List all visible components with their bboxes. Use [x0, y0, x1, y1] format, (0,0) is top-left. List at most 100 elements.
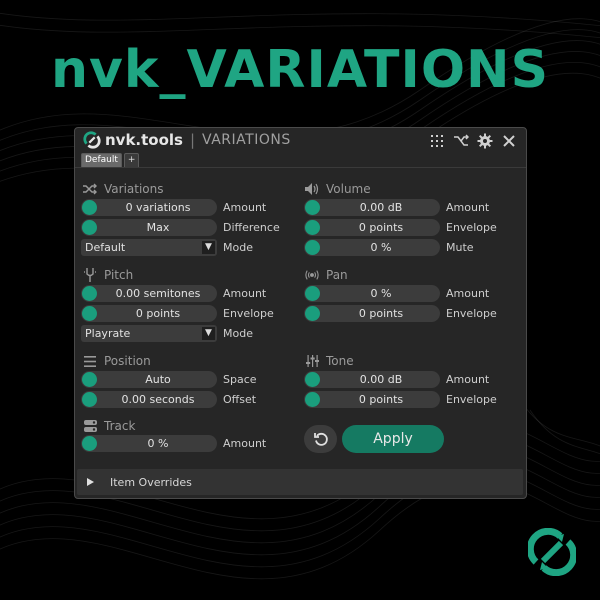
expand-arrow-icon[interactable]	[87, 478, 101, 486]
slider-knob[interactable]	[305, 220, 320, 235]
nvk-corner-logo-icon	[528, 528, 576, 576]
slider-knob[interactable]	[82, 286, 97, 301]
field-label: Envelope	[446, 221, 497, 234]
variations-difference-row: Max Difference	[81, 219, 280, 236]
slider-knob[interactable]	[82, 220, 97, 235]
field-label: Offset	[223, 393, 257, 406]
dropdown-arrow-icon[interactable]: ▼	[202, 327, 215, 340]
hero-title: nvk_VARIATIONS	[50, 40, 550, 100]
select-value: Playrate	[85, 327, 131, 340]
slider-knob[interactable]	[305, 392, 320, 407]
field-value: Max	[146, 221, 170, 234]
tab-default[interactable]: Default	[81, 153, 122, 168]
slider-knob[interactable]	[305, 306, 320, 321]
tone-envelope-row: 0 points Envelope	[304, 391, 497, 408]
slider-knob[interactable]	[305, 200, 320, 215]
split-icon[interactable]	[452, 132, 470, 150]
pan-envelope-slider[interactable]: 0 points	[304, 305, 440, 322]
position-space-row: Auto Space	[81, 371, 257, 388]
broadcast-icon	[305, 268, 319, 282]
slider-knob[interactable]	[82, 306, 97, 321]
volume-amount-row: 0.00 dB Amount	[304, 199, 489, 216]
plugin-window: nvk.tools | VARIATIONS Default + Variati…	[74, 127, 527, 499]
field-value: 0 variations	[125, 201, 191, 214]
slider-knob[interactable]	[82, 372, 97, 387]
field-value: 0 %	[370, 241, 392, 254]
grid-icon[interactable]	[428, 132, 446, 150]
field-label: Amount	[223, 287, 267, 300]
section-variations-header: Variations	[83, 182, 164, 196]
volume-mute-row: 0 % Mute	[304, 239, 474, 256]
field-value: 0.00 dB	[359, 373, 403, 386]
lines-icon	[83, 354, 97, 368]
section-title: Variations	[104, 182, 164, 196]
field-label: Amount	[446, 373, 490, 386]
field-label: Envelope	[223, 307, 274, 320]
slider-knob[interactable]	[82, 392, 97, 407]
item-overrides-collapsible[interactable]: Item Overrides	[77, 469, 523, 495]
field-label: Difference	[223, 221, 280, 234]
volume-envelope-row: 0 points Envelope	[304, 219, 497, 236]
pitch-envelope-row: 0 points Envelope	[81, 305, 274, 322]
slider-knob[interactable]	[82, 436, 97, 451]
position-space-slider[interactable]: Auto	[81, 371, 217, 388]
position-offset-slider[interactable]: 0.00 seconds	[81, 391, 217, 408]
section-title: Pan	[326, 268, 348, 282]
slider-knob[interactable]	[305, 286, 320, 301]
section-pitch-header: Pitch	[83, 268, 133, 282]
slider-knob[interactable]	[305, 372, 320, 387]
reset-button[interactable]	[304, 425, 337, 453]
dropdown-arrow-icon[interactable]: ▼	[202, 241, 215, 254]
section-volume-header: Volume	[305, 182, 371, 196]
titlebar: nvk.tools | VARIATIONS	[75, 128, 526, 154]
slider-knob[interactable]	[82, 200, 97, 215]
pitch-mode-row: Playrate ▼ Mode	[81, 325, 253, 342]
field-label: Amount	[223, 437, 267, 450]
nvk-logo-icon	[83, 131, 101, 149]
window-title: VARIATIONS	[202, 132, 291, 148]
field-label: Amount	[223, 201, 267, 214]
field-label: Amount	[446, 287, 490, 300]
volume-envelope-slider[interactable]: 0 points	[304, 219, 440, 236]
pitch-amount-slider[interactable]: 0.00 semitones	[81, 285, 217, 302]
variations-amount-row: 0 variations Amount	[81, 199, 266, 216]
pitch-mode-select[interactable]: Playrate ▼	[81, 325, 217, 342]
item-overrides-label: Item Overrides	[110, 475, 192, 489]
section-title: Position	[104, 354, 151, 368]
volume-amount-slider[interactable]: 0.00 dB	[304, 199, 440, 216]
field-value: 0.00 dB	[359, 201, 403, 214]
field-value: 0 %	[147, 437, 169, 450]
add-tab-button[interactable]: +	[123, 153, 140, 168]
field-value: 0 points	[358, 307, 404, 320]
variations-amount-slider[interactable]: 0 variations	[81, 199, 217, 216]
volume-mute-slider[interactable]: 0 %	[304, 239, 440, 256]
pan-amount-slider[interactable]: 0 %	[304, 285, 440, 302]
tone-amount-slider[interactable]: 0.00 dB	[304, 371, 440, 388]
track-amount-slider[interactable]: 0 %	[81, 435, 217, 452]
slider-knob[interactable]	[305, 240, 320, 255]
section-title: Tone	[326, 354, 354, 368]
variations-mode-select[interactable]: Default ▼	[81, 239, 217, 256]
field-label: Mute	[446, 241, 474, 254]
tone-envelope-slider[interactable]: 0 points	[304, 391, 440, 408]
title-separator: |	[189, 131, 196, 149]
close-icon[interactable]	[500, 132, 518, 150]
divider	[75, 167, 526, 168]
tuning-fork-icon	[83, 268, 97, 282]
section-track-header: Track	[83, 419, 135, 433]
apply-button[interactable]: Apply	[342, 425, 444, 453]
field-label: Envelope	[446, 307, 497, 320]
field-value: 0.00 seconds	[121, 393, 195, 406]
field-value: 0 points	[358, 393, 404, 406]
gear-icon[interactable]	[476, 132, 494, 150]
tone-amount-row: 0.00 dB Amount	[304, 371, 489, 388]
pan-envelope-row: 0 points Envelope	[304, 305, 497, 322]
track-icon	[83, 419, 97, 433]
field-label: Mode	[223, 241, 253, 254]
pitch-envelope-slider[interactable]: 0 points	[81, 305, 217, 322]
speaker-icon	[305, 182, 319, 196]
position-offset-row: 0.00 seconds Offset	[81, 391, 256, 408]
section-tone-header: Tone	[305, 354, 354, 368]
variations-difference-slider[interactable]: Max	[81, 219, 217, 236]
preset-tabs: Default +	[81, 153, 140, 168]
